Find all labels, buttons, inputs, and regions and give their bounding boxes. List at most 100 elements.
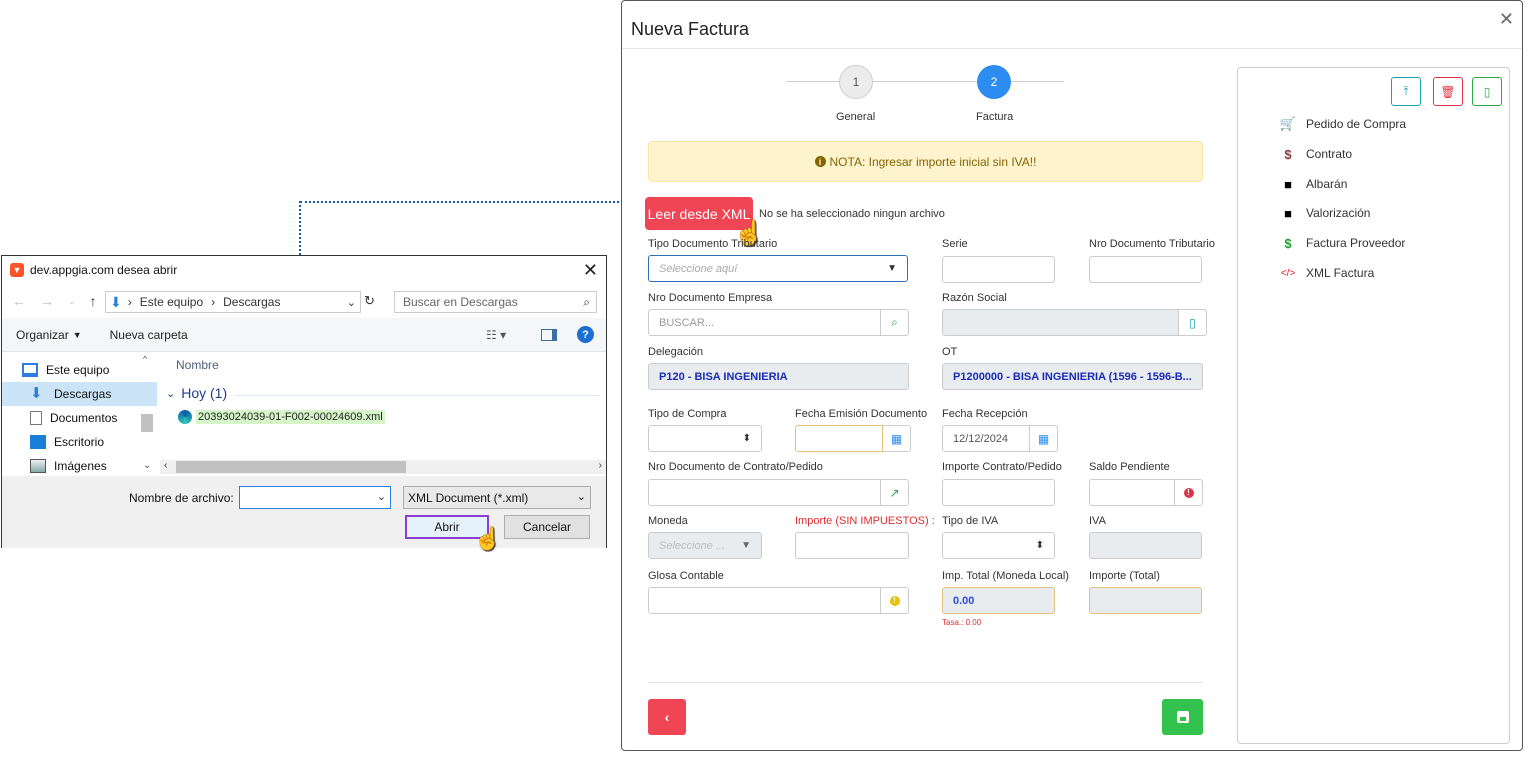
chevron-down-icon[interactable]: ⌄ bbox=[347, 296, 356, 309]
scroll-up-icon[interactable]: ^ bbox=[143, 354, 147, 364]
step-1[interactable]: 1 bbox=[839, 65, 873, 99]
pdf-button[interactable]: ▯ bbox=[1472, 77, 1502, 106]
fecha-recepcion-input[interactable]: 12/12/2024 bbox=[942, 425, 1030, 452]
dialog-toolbar: Organizar ▼ Nueva carpeta ☷ ▾ ? bbox=[2, 318, 606, 352]
razon-social-label: Razón Social bbox=[942, 292, 1007, 304]
saldo-label: Saldo Pendiente bbox=[1089, 461, 1170, 473]
file-row[interactable]: 20393024039-01-F002-00024609.xml bbox=[178, 410, 385, 424]
nav-scrollbar[interactable]: ^ ⌄ bbox=[140, 352, 154, 474]
side-item-xml-factura[interactable]: </> XML Factura bbox=[1278, 264, 1374, 282]
recent-chevron-icon[interactable]: ⌄ bbox=[68, 296, 76, 307]
nav-item-descargas[interactable]: ⬇ Descargas bbox=[2, 382, 157, 406]
moneda-placeholder: Seleccione ... bbox=[659, 539, 726, 552]
file-type-select[interactable]: XML Document (*.xml) ⌄ bbox=[403, 486, 591, 509]
nro-doc-trib-input[interactable] bbox=[1089, 256, 1202, 283]
delegacion-input[interactable]: P120 - BISA INGENIERIA bbox=[648, 363, 909, 390]
chevron-down-icon[interactable]: ⌄ bbox=[377, 490, 386, 503]
nro-doc-emp-placeholder: BUSCAR... bbox=[659, 316, 715, 329]
file-invoice-icon: $ bbox=[1284, 146, 1292, 162]
help-icon[interactable]: ? bbox=[577, 326, 594, 343]
delete-button[interactable]: 🗑 bbox=[1433, 77, 1463, 106]
scroll-left-icon[interactable]: ‹ bbox=[164, 460, 167, 471]
razon-social-input[interactable] bbox=[942, 309, 1179, 336]
preview-pane-icon[interactable] bbox=[541, 328, 557, 341]
importe-total-label: Importe (Total) bbox=[1089, 570, 1160, 582]
nav-item-documentos[interactable]: Documentos bbox=[2, 406, 157, 430]
group-header[interactable]: ⌄ Hoy (1) bbox=[166, 385, 227, 401]
nav-item-label: Escritorio bbox=[54, 435, 105, 449]
search-icon[interactable]: ⌕ bbox=[881, 309, 909, 336]
cancel-label: Cancelar bbox=[522, 520, 572, 534]
tipo-iva-select[interactable]: ⬍ bbox=[942, 532, 1055, 559]
document-icon[interactable]: ▯ bbox=[1179, 309, 1207, 336]
importe-input[interactable] bbox=[795, 532, 909, 559]
tipo-compra-select[interactable]: ⬍ bbox=[648, 425, 762, 452]
navigation-pane: Este equipo ⬇ Descargas Documentos Escri… bbox=[2, 352, 157, 476]
importe-total-input[interactable] bbox=[1089, 587, 1202, 614]
filename-input[interactable]: ⌄ bbox=[239, 486, 391, 509]
step-2[interactable]: 2 bbox=[977, 65, 1011, 99]
breadcrumb-descargas[interactable]: Descargas bbox=[223, 295, 280, 309]
close-icon[interactable]: ✕ bbox=[583, 260, 598, 281]
new-folder-button[interactable]: Nueva carpeta bbox=[110, 328, 188, 342]
alert-icon[interactable]: ! bbox=[1175, 479, 1203, 506]
column-name-header[interactable]: Nombre bbox=[176, 358, 219, 372]
delegacion-label: Delegación bbox=[648, 346, 704, 358]
chevron-icon: › bbox=[127, 295, 132, 309]
calendar-icon[interactable]: ▦ bbox=[1030, 425, 1058, 452]
modal-header-divider bbox=[622, 48, 1522, 49]
nav-item-imagenes[interactable]: Imágenes bbox=[2, 454, 157, 478]
nav-item-este-equipo[interactable]: Este equipo bbox=[2, 358, 157, 382]
nro-doc-emp-input[interactable]: BUSCAR... bbox=[648, 309, 881, 336]
search-input[interactable]: Buscar en Descargas ⌕ bbox=[394, 291, 597, 313]
moneda-select[interactable]: Seleccione ... ▼ bbox=[648, 532, 762, 559]
close-icon[interactable]: ✕ bbox=[1499, 9, 1514, 30]
address-bar[interactable]: ⬇ › Este equipo › Descargas ⌄ bbox=[105, 291, 361, 313]
side-item-contrato[interactable]: $ Contrato bbox=[1278, 145, 1352, 163]
side-item-albaran[interactable]: ■ Albarán bbox=[1278, 175, 1347, 193]
scroll-thumb[interactable] bbox=[141, 414, 153, 432]
tipo-doc-select[interactable]: Seleccione aquí ▼ bbox=[648, 255, 908, 282]
back-arrow-icon[interactable]: ← bbox=[12, 293, 26, 309]
calendar-icon[interactable]: ▦ bbox=[883, 425, 911, 452]
serie-input[interactable] bbox=[942, 256, 1055, 283]
fecha-emision-input[interactable] bbox=[795, 425, 883, 452]
nav-item-label: Descargas bbox=[54, 387, 112, 401]
side-item-valorizacion[interactable]: ■ Valorización bbox=[1278, 204, 1370, 222]
upload-button[interactable]: ⤒ bbox=[1391, 77, 1421, 106]
pictures-icon bbox=[30, 459, 46, 473]
save-button[interactable] bbox=[1162, 699, 1203, 735]
sort-icon: ⬍ bbox=[1035, 540, 1044, 551]
cancel-button[interactable]: Cancelar bbox=[504, 515, 590, 539]
view-options-icon[interactable]: ☷ ▾ bbox=[486, 328, 506, 342]
hscroll-thumb[interactable] bbox=[176, 461, 406, 473]
scroll-right-icon[interactable]: › bbox=[599, 460, 602, 471]
side-item-pedido[interactable]: 🛒 Pedido de Compra bbox=[1278, 115, 1406, 133]
horizontal-scrollbar[interactable]: ‹ › bbox=[160, 460, 606, 474]
breadcrumb-este-equipo[interactable]: Este equipo bbox=[140, 295, 203, 309]
saldo-input[interactable] bbox=[1089, 479, 1175, 506]
edge-icon bbox=[178, 410, 192, 424]
back-button[interactable]: ‹ bbox=[648, 699, 686, 735]
organize-button[interactable]: Organizar bbox=[16, 328, 69, 342]
file-code-icon: </> bbox=[1280, 267, 1296, 279]
nro-contrato-input[interactable] bbox=[648, 479, 881, 506]
external-link-icon[interactable]: ↗ bbox=[881, 479, 909, 506]
warning-icon[interactable]: ! bbox=[881, 587, 909, 614]
file-type-value: XML Document (*.xml) bbox=[408, 490, 529, 505]
caret-down-icon: ▼ bbox=[72, 329, 82, 340]
side-item-factura-proveedor[interactable]: $ Factura Proveedor bbox=[1278, 234, 1405, 252]
iva-input[interactable] bbox=[1089, 532, 1202, 559]
imp-total-local-label: Imp. Total (Moneda Local) bbox=[942, 570, 1069, 582]
importe-contrato-input[interactable] bbox=[942, 479, 1055, 506]
up-arrow-icon[interactable]: ↑ bbox=[90, 293, 97, 309]
side-item-label: Albarán bbox=[1306, 177, 1348, 191]
imp-total-local-input[interactable]: 0.00 bbox=[942, 587, 1055, 614]
scroll-down-icon[interactable]: ⌄ bbox=[143, 460, 151, 471]
forward-arrow-icon[interactable]: → bbox=[40, 293, 54, 309]
ot-input[interactable]: P1200000 - BISA INGENIERIA (1596 - 1596-… bbox=[942, 363, 1203, 390]
glosa-input[interactable] bbox=[648, 587, 881, 614]
refresh-icon[interactable]: ↻ bbox=[364, 293, 382, 311]
imp-total-local-value: 0.00 bbox=[953, 594, 975, 607]
nav-item-escritorio[interactable]: Escritorio bbox=[2, 430, 157, 454]
